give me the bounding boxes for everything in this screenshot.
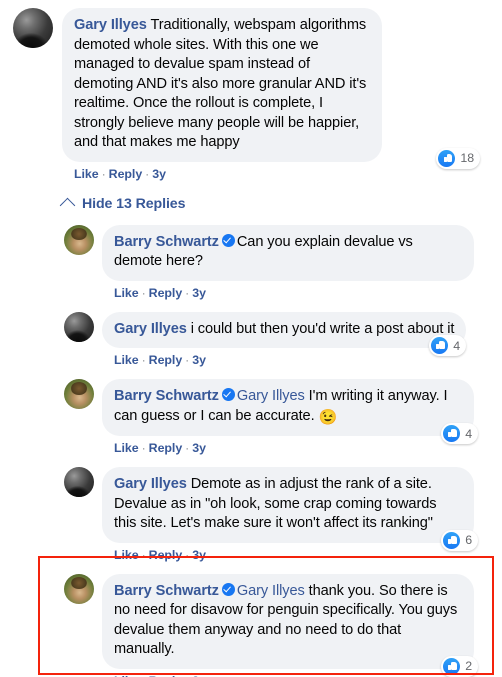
reaction-count: 2 [465, 659, 472, 673]
action-separator: · [185, 674, 189, 677]
like-button[interactable]: Like [114, 353, 139, 367]
like-button[interactable]: Like [74, 167, 99, 181]
action-separator: · [185, 285, 190, 300]
comment-timestamp[interactable]: 3y [152, 167, 166, 181]
thumbs-up-icon [442, 656, 462, 676]
action-separator: · [185, 441, 190, 455]
like-button[interactable]: Like [114, 286, 139, 300]
thumbs-up-icon [437, 148, 457, 168]
action-separator: · [141, 441, 146, 455]
reply-button[interactable]: Reply [149, 441, 183, 455]
like-button[interactable]: Like [114, 674, 139, 677]
like-button[interactable]: Like [114, 441, 139, 455]
avatar[interactable] [64, 224, 94, 255]
comment-author[interactable]: Barry Schwartz [114, 583, 219, 599]
comment-timestamp[interactable]: 3y [192, 286, 206, 300]
comment-bubble: Barry Schwartz Gary Illyes thank you. So … [102, 573, 474, 669]
reply-button[interactable]: Reply [149, 286, 183, 300]
reaction-count: 4 [453, 338, 460, 353]
reaction-badge[interactable]: 4 [441, 423, 478, 444]
verified-badge-icon [221, 582, 235, 596]
comment-author[interactable]: Barry Schwartz [114, 234, 219, 250]
reaction-badge[interactable]: 6 [441, 529, 478, 551]
comment-author[interactable]: Gary Illyes [114, 476, 187, 492]
comment-bubble: Gary Illyes Traditionally, webspam algor… [62, 8, 382, 162]
reply-button[interactable]: Reply [149, 353, 183, 367]
avatar[interactable] [64, 467, 94, 497]
comment-actions: Like · Reply · 3y 6 [102, 529, 490, 565]
avatar[interactable] [64, 379, 94, 409]
action-separator: · [141, 353, 146, 367]
comment-author[interactable]: Gary Illyes [74, 17, 147, 33]
comment-reply: Barry Schwartz Gary Illyes thank you. So … [0, 565, 502, 677]
comment-reply: Gary Illyes i could but then you'd write… [0, 303, 502, 371]
comment-timestamp[interactable]: 3y [192, 674, 206, 677]
thumbs-up-icon [442, 424, 462, 443]
comment-actions: Like · Reply · 3y 18 [62, 147, 490, 184]
thumbs-up-icon [442, 530, 462, 550]
comment-actions: Like · Reply · 3y 4 [102, 335, 490, 370]
action-separator: · [141, 547, 146, 562]
comment-bubble: Barry Schwartz Gary Illyes I'm writing it… [102, 379, 474, 436]
comment-actions: Like · Reply · 3y [102, 281, 490, 303]
reply-button[interactable]: Reply [149, 548, 183, 562]
action-separator: · [185, 547, 190, 562]
thumbs-up-icon [430, 336, 450, 355]
comment-actions: Like·Reply·3y 2 [102, 655, 490, 677]
reaction-count: 18 [460, 151, 474, 165]
facebook-comment-thread: Gary Illyes Traditionally, webspam algor… [0, 0, 502, 677]
comment-bubble: Barry Schwartz Can you explain devalue vs… [102, 224, 474, 281]
like-button[interactable]: Like [114, 548, 139, 562]
wink-emoji: 😉 [318, 408, 338, 426]
comment-timestamp[interactable]: 3y [192, 441, 206, 455]
action-separator: · [145, 166, 150, 181]
comment-mention[interactable]: Gary Illyes [237, 583, 305, 599]
avatar[interactable] [64, 573, 94, 604]
avatar[interactable] [13, 8, 53, 48]
reaction-badge[interactable]: 18 [436, 147, 480, 169]
comment-reply: Barry Schwartz Gary Illyes I'm writing it… [0, 370, 502, 458]
reaction-badge[interactable]: 2 [441, 655, 478, 677]
comment-text: Traditionally, webspam algorithms demote… [74, 17, 367, 150]
comment-timestamp[interactable]: 3y [192, 548, 206, 562]
action-separator: · [185, 353, 190, 367]
reaction-badge[interactable]: 4 [429, 335, 466, 356]
verified-badge-icon [221, 388, 235, 401]
comment-bubble: Gary Illyes i could but then you'd write… [102, 311, 467, 348]
comment-author[interactable]: Gary Illyes [114, 321, 187, 337]
comment-author[interactable]: Barry Schwartz [114, 388, 219, 404]
hide-replies-toggle[interactable]: Hide 13 Replies [0, 195, 502, 214]
comment-mention[interactable]: Gary Illyes [237, 388, 305, 404]
comment-reply: Gary Illyes Demote as in adjust the rank… [0, 458, 502, 565]
avatar[interactable] [64, 311, 94, 342]
comment-bubble: Gary Illyes Demote as in adjust the rank… [102, 467, 474, 543]
hide-replies-label: Hide 13 Replies [82, 195, 186, 212]
action-separator: · [141, 285, 146, 300]
action-separator: · [101, 166, 106, 181]
action-separator: · [142, 674, 146, 677]
reaction-count: 6 [465, 533, 472, 547]
verified-badge-icon [221, 233, 235, 247]
comment-text: i could but then you'd write a post abou… [190, 320, 455, 337]
comment-reply: Barry Schwartz Can you explain devalue vs… [0, 212, 502, 303]
reply-button[interactable]: Reply [109, 167, 143, 181]
reaction-count: 4 [465, 426, 472, 441]
reply-button[interactable]: Reply [149, 674, 183, 677]
comment-thread-root: Gary Illyes Traditionally, webspam algor… [0, 0, 502, 184]
comment-timestamp[interactable]: 3y [192, 353, 206, 367]
comment-actions: Like · Reply · 3y 4 [102, 423, 490, 458]
